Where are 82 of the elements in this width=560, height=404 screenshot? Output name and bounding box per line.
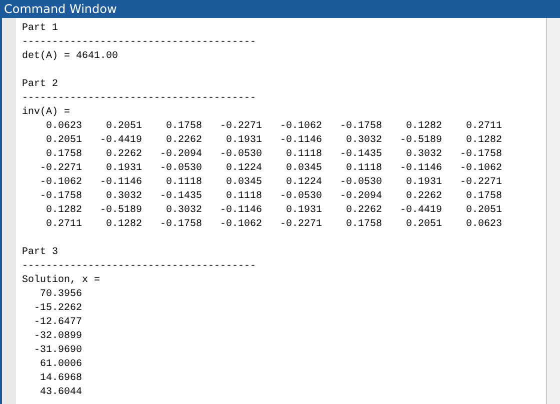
section-heading: Part 2 — [22, 79, 58, 90]
output-text: det(A) = 4641.00 — [22, 51, 118, 62]
matrix-value: 0.2262 — [104, 148, 142, 162]
matrix-value: -0.1146 — [218, 204, 262, 218]
vector-value: -32.0899 — [32, 330, 82, 344]
matrix-value: -0.1062 — [38, 176, 82, 190]
matrix-value: 0.2711 — [464, 120, 502, 134]
matrix-value: 0.1758 — [344, 218, 382, 232]
matrix-value: 0.1931 — [284, 204, 322, 218]
matrix-value: -0.0530 — [158, 162, 202, 176]
vector-value: 61.0006 — [38, 358, 82, 372]
matrix-value: -0.1435 — [158, 190, 202, 204]
matrix-value: 0.1758 — [464, 190, 502, 204]
matrix-value: 0.1931 — [104, 162, 142, 176]
matrix-value: -0.0530 — [278, 190, 322, 204]
matrix-value: 0.1118 — [284, 148, 322, 162]
matrix-value: -0.1435 — [338, 148, 382, 162]
matrix-value: 0.0623 — [464, 218, 502, 232]
matrix-value: -0.2094 — [338, 190, 382, 204]
matrix-value: 0.3032 — [404, 148, 442, 162]
matrix-value: -0.1146 — [98, 176, 142, 190]
matrix-value: -0.2271 — [218, 120, 262, 134]
matrix-value: 0.2051 — [404, 218, 442, 232]
output-text: Solution, x = — [22, 275, 100, 286]
matrix-value: -0.1758 — [338, 120, 382, 134]
section-heading: Part 1 — [22, 23, 58, 34]
matrix-value: 0.2711 — [44, 218, 82, 232]
matrix-value: 0.2051 — [44, 134, 82, 148]
matrix-value: -0.1758 — [158, 218, 202, 232]
matrix-value: -0.1146 — [278, 134, 322, 148]
matrix-value: 0.1224 — [224, 162, 262, 176]
matrix-value: -0.5189 — [398, 134, 442, 148]
vector-value: 70.3956 — [38, 288, 82, 302]
matrix-value: -0.1062 — [218, 218, 262, 232]
matrix-value: 0.1282 — [44, 204, 82, 218]
matrix-value: -0.2271 — [38, 162, 82, 176]
matrix-value: -0.0530 — [338, 176, 382, 190]
matrix-value: 0.3032 — [104, 190, 142, 204]
matrix-value: -0.1146 — [398, 162, 442, 176]
matrix-value: -0.4419 — [398, 204, 442, 218]
window-title: Command Window — [4, 2, 117, 16]
matrix-value: -0.1758 — [458, 148, 502, 162]
matrix-value: 0.1118 — [224, 190, 262, 204]
matrix-value: -0.1758 — [38, 190, 82, 204]
matrix-value: 0.2051 — [464, 204, 502, 218]
matrix-value: -0.0530 — [218, 148, 262, 162]
matrix-value: 0.0623 — [44, 120, 82, 134]
matrix-value: 0.1931 — [404, 176, 442, 190]
matrix-value: 0.2262 — [164, 134, 202, 148]
output-text: inv(A) = — [22, 107, 70, 118]
section-heading: Part 3 — [22, 247, 58, 258]
matrix-value: -0.2271 — [458, 176, 502, 190]
matrix-value: 0.1282 — [404, 120, 442, 134]
matrix-value: 0.3032 — [344, 134, 382, 148]
vector-value: 43.6044 — [38, 386, 82, 400]
dashed-rule: --------------------------------------- — [22, 93, 256, 104]
matrix-value: -0.4419 — [98, 134, 142, 148]
matrix-value: 0.3032 — [164, 204, 202, 218]
matrix-value: 0.1931 — [224, 134, 262, 148]
matrix-value: 0.2262 — [344, 204, 382, 218]
matrix-value: 0.2262 — [404, 190, 442, 204]
matrix-value: -0.2094 — [158, 148, 202, 162]
matrix-value: -0.1062 — [458, 162, 502, 176]
matrix-value: 0.1282 — [464, 134, 502, 148]
vector-value: -31.9690 — [32, 344, 82, 358]
matrix-value: 0.1118 — [164, 176, 202, 190]
dashed-rule: --------------------------------------- — [22, 37, 256, 48]
matrix-value: 0.1118 — [344, 162, 382, 176]
matrix-value: 0.1282 — [104, 218, 142, 232]
matrix-value: -0.1062 — [278, 120, 322, 134]
vector-value: -15.2262 — [32, 302, 82, 316]
matrix-value: -0.5189 — [98, 204, 142, 218]
matrix-value: 0.1224 — [284, 176, 322, 190]
matrix-value: 0.2051 — [104, 120, 142, 134]
matrix-value: 0.1758 — [44, 148, 82, 162]
vector-value: 14.6968 — [38, 372, 82, 386]
matrix-value: 0.0345 — [224, 176, 262, 190]
dashed-rule: --------------------------------------- — [22, 261, 256, 272]
vector-value: -12.6477 — [32, 316, 82, 330]
matrix-value: 0.1758 — [164, 120, 202, 134]
matrix-value: -0.2271 — [278, 218, 322, 232]
matrix-value: 0.0345 — [284, 162, 322, 176]
